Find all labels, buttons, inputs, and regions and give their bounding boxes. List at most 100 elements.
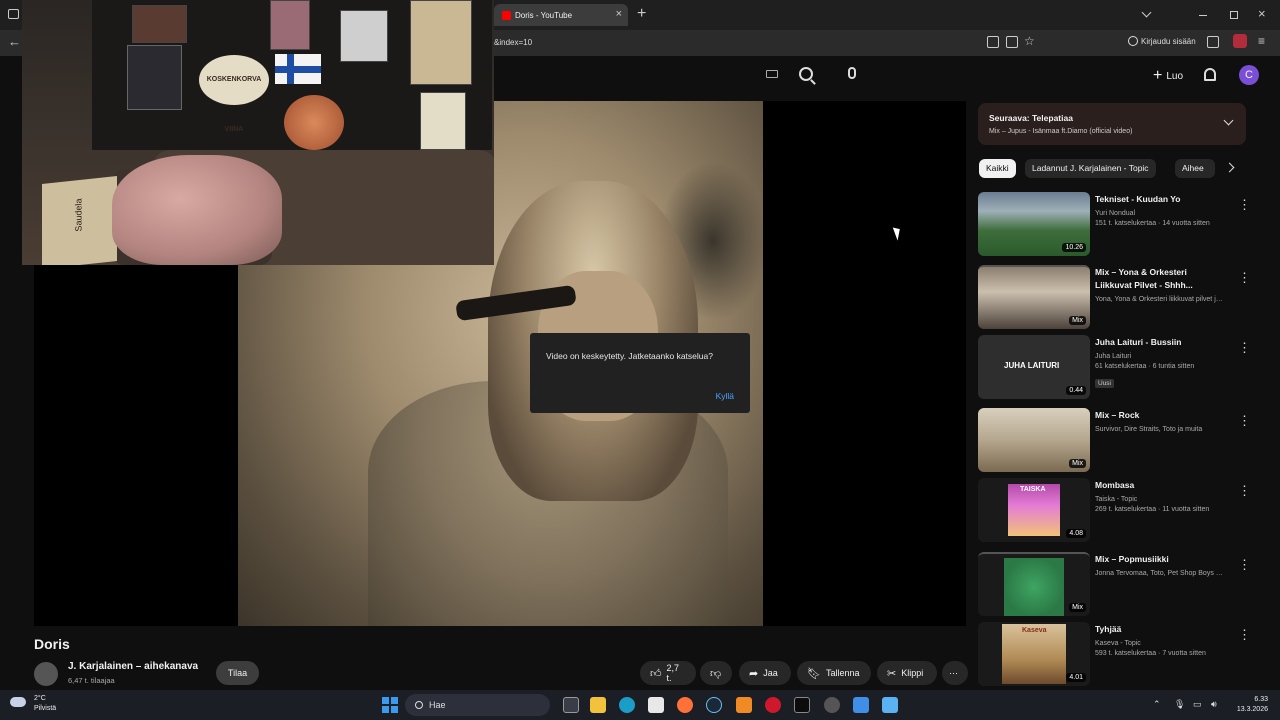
webcam-finnish-flag <box>275 54 321 84</box>
keyboard-icon[interactable] <box>766 70 778 78</box>
chip-all[interactable]: Kaikki <box>979 159 1016 178</box>
vlc-icon[interactable] <box>736 697 752 713</box>
more-options-icon[interactable] <box>1238 196 1246 210</box>
video-thumbnail[interactable]: 10.26 <box>978 192 1090 256</box>
video-thumbnail[interactable]: TAISKA 4.08 <box>978 478 1090 542</box>
chip-related[interactable]: Aihee <box>1175 159 1215 178</box>
thumbs-up-icon: 👍︎ <box>650 667 662 680</box>
share-button[interactable]: ➦ Jaa <box>739 661 791 685</box>
browser-menu-hamburger-icon[interactable]: ≡ <box>1258 34 1265 48</box>
duration-badge: 10.26 <box>1062 243 1086 252</box>
screenshot-icon[interactable] <box>987 36 999 48</box>
firefox-icon[interactable] <box>677 697 693 713</box>
webcam-poster <box>410 0 472 85</box>
sign-in-button[interactable]: Kirjaudu sisään <box>1128 36 1196 46</box>
like-button[interactable]: 👍︎ 2,7 t. <box>640 661 696 685</box>
more-options-icon[interactable] <box>1238 556 1246 570</box>
chevron-right-icon[interactable] <box>1224 162 1235 173</box>
taskbar-search[interactable]: Hae <box>405 694 550 716</box>
back-arrow-icon[interactable]: ← <box>8 34 21 49</box>
edge-icon[interactable] <box>619 697 635 713</box>
task-view-icon[interactable] <box>563 697 579 713</box>
list-item[interactable]: Mix Mix – Yona & Orkesteri Liikkuvat Pil… <box>978 265 1246 329</box>
list-item[interactable]: TAISKA 4.08 Mombasa Taiska - Topic 269 t… <box>978 478 1246 542</box>
opera-icon[interactable] <box>765 697 781 713</box>
notifications-bell-icon[interactable] <box>1204 68 1216 81</box>
create-button[interactable]: + Luo <box>1143 65 1193 87</box>
chevron-down-icon[interactable] <box>1223 115 1234 126</box>
item-title[interactable]: Tekniset - Kuudan Yo <box>1095 193 1223 206</box>
new-tab-button[interactable]: + <box>637 5 646 23</box>
restore-button[interactable] <box>1230 11 1238 19</box>
item-title[interactable]: Mix – Yona & Orkesteri Liikkuvat Pilvet … <box>1095 266 1223 292</box>
settings-gear-icon[interactable] <box>824 697 840 713</box>
browser-tab[interactable]: Doris - YouTube × <box>494 4 628 26</box>
chip-uploaded-by[interactable]: Ladannut J. Karjalainen - Topic <box>1025 159 1156 178</box>
more-options-icon[interactable] <box>1238 412 1246 426</box>
video-thumbnail[interactable]: Mix <box>978 552 1090 616</box>
microphone-tray-icon[interactable]: 🎙︎ <box>1174 699 1185 710</box>
terminal-icon[interactable] <box>794 697 810 713</box>
item-title[interactable]: Juha Laituri - Bussiin <box>1095 336 1223 349</box>
save-button[interactable]: 🔖︎ Tallenna <box>797 661 871 685</box>
channel-name[interactable]: J. Karjalainen – aihekanava <box>68 661 198 672</box>
video-thumbnail[interactable]: Mix <box>978 265 1090 329</box>
webcam-overlay[interactable]: KOSKENKORVA VIINA Saudela <box>22 0 494 265</box>
microphone-icon[interactable] <box>848 67 856 79</box>
search-icon[interactable] <box>799 67 813 81</box>
close-window-button[interactable]: × <box>1258 6 1266 21</box>
close-tab-icon[interactable]: × <box>616 8 622 20</box>
subscribe-button[interactable]: Tilaa <box>216 661 259 685</box>
more-options-icon[interactable] <box>1238 269 1246 283</box>
browser-menu-icon[interactable] <box>8 9 19 19</box>
avatar[interactable]: C <box>1239 65 1259 85</box>
account-circle-icon <box>1128 36 1138 46</box>
clip-button[interactable]: ✂ Klippi <box>877 661 937 685</box>
pause-dialog-confirm-button[interactable]: Kyllä <box>716 391 734 401</box>
video-thumbnail[interactable]: Kaseva 4.01 <box>978 622 1090 686</box>
create-label: Luo <box>1166 70 1184 82</box>
store-icon[interactable] <box>648 697 664 713</box>
dislike-button[interactable]: 👎︎ <box>700 661 732 685</box>
app-icon[interactable] <box>853 697 869 713</box>
more-actions-button[interactable]: ⋯ <box>942 661 968 685</box>
extensions-icon[interactable] <box>1207 36 1219 48</box>
more-options-icon[interactable] <box>1238 482 1246 496</box>
item-title[interactable]: Tyhjää <box>1095 623 1223 636</box>
tray-chevron-icon[interactable]: ⌃ <box>1153 699 1161 710</box>
video-thumbnail[interactable]: Mix <box>978 408 1090 472</box>
video-thumbnail[interactable]: JUHA LAITURI 0.44 <box>978 335 1090 399</box>
reader-view-icon[interactable] <box>1006 36 1018 48</box>
up-next-panel[interactable]: Seuraava: Telepatiaa Mix – Jupus - Isänm… <box>978 103 1246 145</box>
network-icon[interactable]: ▭ <box>1193 699 1202 710</box>
more-options-icon[interactable] <box>1238 626 1246 640</box>
channel-avatar[interactable] <box>34 662 58 686</box>
item-channel: Taiska - Topic <box>1095 496 1138 503</box>
app-window-icon[interactable] <box>882 697 898 713</box>
list-item[interactable]: Mix Mix – Popmusiikki Jonna Tervomaa, To… <box>978 552 1246 616</box>
mix-badge: Mix <box>1069 316 1086 325</box>
list-item[interactable]: Kaseva 4.01 Tyhjää Kaseva - Topic 593 t.… <box>978 622 1246 686</box>
item-title[interactable]: Mix – Popmusiikki <box>1095 553 1223 566</box>
list-item[interactable]: JUHA LAITURI 0.44 Juha Laituri - Bussiin… <box>978 335 1246 399</box>
profile-badge-icon[interactable] <box>1233 34 1247 48</box>
file-explorer-icon[interactable] <box>590 697 606 713</box>
item-title[interactable]: Mix – Rock <box>1095 409 1223 422</box>
clock[interactable]: 6.33 13.3.2026 <box>1237 695 1268 715</box>
minimize-button[interactable] <box>1199 15 1207 16</box>
tab-list-chevron-icon[interactable] <box>1141 7 1152 18</box>
clock-date: 13.3.2026 <box>1236 706 1268 713</box>
taskbar-search-label: Hae <box>429 700 446 710</box>
item-title[interactable]: Mombasa <box>1095 479 1223 492</box>
steam-icon[interactable] <box>706 697 722 713</box>
list-item[interactable]: 10.26 Tekniset - Kuudan Yo Yuri Nondual … <box>978 192 1246 256</box>
url-field[interactable]: &index=10 <box>494 38 532 47</box>
start-windows-icon[interactable] <box>382 697 398 713</box>
weather-desc: Pilvistä <box>34 705 57 712</box>
more-options-icon[interactable] <box>1238 339 1246 353</box>
bookmark-star-icon[interactable]: ☆ <box>1024 34 1035 48</box>
tab-title: Doris - YouTube <box>515 10 573 20</box>
volume-icon[interactable]: 🔊︎ <box>1211 699 1217 710</box>
cloud-icon <box>10 697 26 707</box>
list-item[interactable]: Mix Mix – Rock Survivor, Dire Straits, T… <box>978 408 1246 472</box>
